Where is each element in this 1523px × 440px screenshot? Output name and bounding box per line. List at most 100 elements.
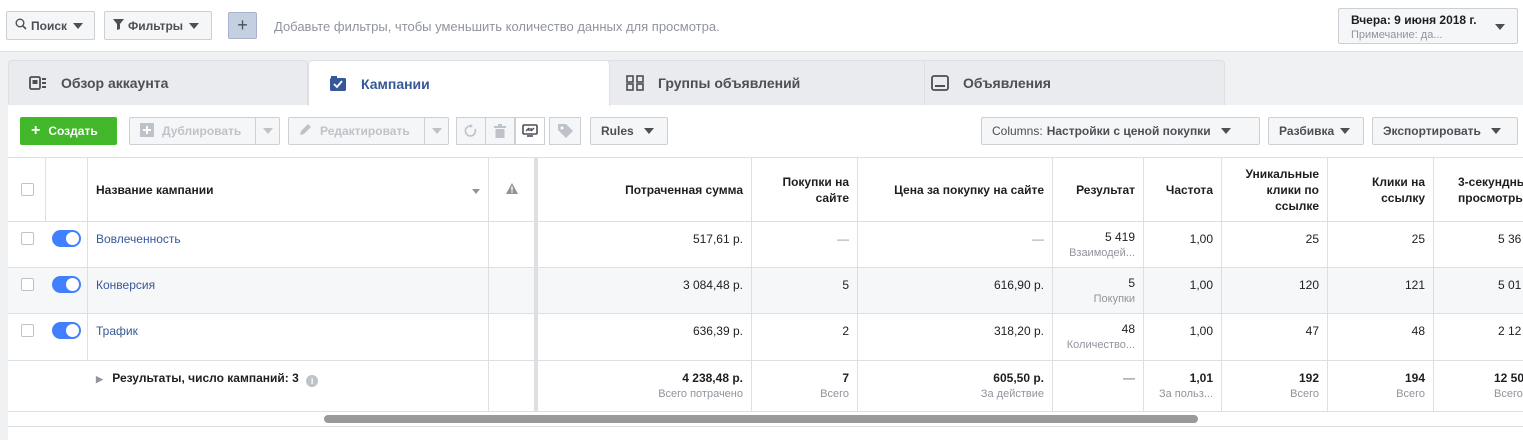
column-header-clicks[interactable]: Клики на ссылку xyxy=(1328,158,1434,221)
filter-bar: Поиск Фильтры + Добавьте фильтры, чтобы … xyxy=(0,0,1523,52)
duplicate-dropdown[interactable] xyxy=(255,118,279,144)
delivery-warning-header xyxy=(489,158,535,221)
campaign-status-toggle[interactable] xyxy=(52,322,81,339)
column-header-result[interactable]: Результат xyxy=(1053,158,1144,221)
create-label: Создать xyxy=(48,124,98,138)
column-header-cost-per-purchase[interactable]: Цена за покупку на сайте xyxy=(858,158,1053,221)
result-value: 5 xyxy=(1128,276,1135,290)
chevron-down-icon xyxy=(431,128,442,134)
purchases-cell: 2 xyxy=(752,314,858,360)
tab-label: Обзор аккаунта xyxy=(61,75,169,91)
tag-icon[interactable] xyxy=(549,117,581,145)
ab-test-icon[interactable] xyxy=(515,117,545,145)
info-icon[interactable]: i xyxy=(306,375,319,387)
trash-icon[interactable] xyxy=(485,117,515,145)
breakdown-dropdown[interactable]: Разбивка xyxy=(1268,117,1364,145)
row-checkbox[interactable] xyxy=(21,232,34,245)
tab-campaigns[interactable]: Кампании xyxy=(308,60,610,106)
frequency-cell: 1,00 xyxy=(1144,268,1222,313)
unique-clicks-cell: 120 xyxy=(1222,268,1328,313)
export-dropdown[interactable]: Экспортировать xyxy=(1372,117,1518,145)
columns-prefix: Columns: xyxy=(992,124,1043,138)
clicks-cell: 25 xyxy=(1328,222,1434,267)
summary-purchases-cell: 7 Всего xyxy=(752,361,858,411)
summary-purchases-sub: Всего xyxy=(820,388,849,400)
summary-unique: 192 xyxy=(1298,371,1319,385)
warning-icon xyxy=(505,182,518,198)
date-range-picker[interactable]: Вчера: 9 июня 2018 г. Примечание: да... xyxy=(1338,8,1518,44)
edit-dropdown[interactable] xyxy=(424,118,448,144)
campaign-name-cell: Конверсия xyxy=(88,268,489,313)
summary-purchases: 7 xyxy=(842,371,849,385)
filters-button[interactable]: Фильтры xyxy=(104,11,212,40)
rules-label: Rules xyxy=(601,124,634,138)
summary-clicks: 194 xyxy=(1404,371,1425,385)
chevron-down-icon xyxy=(189,22,200,29)
filters-label: Фильтры xyxy=(128,18,184,33)
campaigns-checkbox-icon xyxy=(329,75,347,92)
summary-views-cell: 12 50 Всего xyxy=(1434,361,1523,411)
filter-funnel-icon xyxy=(113,18,124,33)
summary-cost-cell: 605,50 р. За действие xyxy=(858,361,1053,411)
column-header-spent[interactable]: Потраченная сумма xyxy=(538,158,752,221)
scrollbar-thumb[interactable] xyxy=(324,415,1198,423)
spent-cell: 517,61 р. xyxy=(538,222,752,267)
cost-cell: 318,20 р. xyxy=(858,314,1053,360)
campaign-name-link[interactable]: Конверсия xyxy=(96,278,155,292)
table-header: Название кампании Потраченная сумма Поку… xyxy=(8,158,1523,222)
duplicate-button[interactable]: Дублировать xyxy=(129,117,280,145)
summary-spacer xyxy=(8,361,88,411)
result-cell: 5 Покупки xyxy=(1053,268,1144,313)
level-tabs: Обзор аккаунта Объявления Группы объявле… xyxy=(0,52,1523,106)
summary-label: Результаты, число кампаний: 3 xyxy=(112,371,299,385)
columns-dropdown[interactable]: Columns: Настройки с ценой покупки xyxy=(981,117,1260,145)
column-header-name[interactable]: Название кампании xyxy=(88,158,489,221)
refresh-icon[interactable] xyxy=(456,117,486,145)
table-row: Трафик 636,39 р. 2 318,20 р. 48 Количеств… xyxy=(8,314,1523,361)
tab-ad-sets[interactable]: Группы объявлений xyxy=(605,60,925,105)
campaign-name-link[interactable]: Трафик xyxy=(96,324,138,338)
campaign-status-toggle[interactable] xyxy=(52,276,81,293)
result-value: 48 xyxy=(1121,322,1135,336)
column-header-views[interactable]: 3-секундные просмотры xyxy=(1434,158,1523,221)
tab-account-overview[interactable]: Обзор аккаунта xyxy=(8,60,308,105)
campaign-name-link[interactable]: Вовлеченность xyxy=(96,232,181,246)
summary-result-cell: — xyxy=(1053,361,1144,411)
campaign-status-toggle[interactable] xyxy=(52,230,81,247)
column-header-frequency[interactable]: Частота xyxy=(1144,158,1222,221)
edit-button[interactable]: Редактировать xyxy=(288,117,449,145)
search-label: Поиск xyxy=(31,18,68,33)
row-toggle-cell xyxy=(46,222,88,267)
select-all-checkbox[interactable] xyxy=(21,183,34,196)
chevron-down-icon xyxy=(643,128,654,134)
campaigns-table: Название кампании Потраченная сумма Поку… xyxy=(8,157,1523,411)
column-header-label: Название кампании xyxy=(96,182,214,197)
horizontal-scrollbar[interactable] xyxy=(8,411,1523,427)
frequency-cell: 1,00 xyxy=(1144,314,1222,360)
export-label: Экспортировать xyxy=(1383,124,1481,138)
date-range-label: Вчера: 9 июня 2018 г. xyxy=(1351,13,1477,27)
result-cell: 5 419 Взаимодей... xyxy=(1053,222,1144,267)
sort-arrow-icon[interactable] xyxy=(472,189,480,194)
edit-label: Редактировать xyxy=(320,124,410,138)
row-checkbox[interactable] xyxy=(21,278,34,291)
duplicate-icon xyxy=(140,122,154,140)
pencil-icon xyxy=(299,123,312,139)
column-header-unique-clicks[interactable]: Уникальные клики по ссылке xyxy=(1222,158,1328,221)
rules-button[interactable]: Rules xyxy=(590,117,668,145)
add-filter-button[interactable]: + xyxy=(228,12,257,39)
action-toolbar: + Создать Дублировать Редактировать Rule… xyxy=(8,105,1523,157)
create-button[interactable]: + Создать xyxy=(20,117,117,145)
column-header-purchases[interactable]: Покупки на сайте xyxy=(752,158,858,221)
result-type: Покупки xyxy=(1093,293,1135,305)
row-checkbox[interactable] xyxy=(21,324,34,337)
filter-hint-text: Добавьте фильтры, чтобы уменьшить количе… xyxy=(274,19,720,34)
views-cell: 2 12 xyxy=(1434,314,1523,360)
result-type: Взаимодей... xyxy=(1069,247,1135,259)
purchases-cell: 5 xyxy=(752,268,858,313)
clicks-cell: 48 xyxy=(1328,314,1434,360)
chevron-down-icon xyxy=(1220,128,1231,134)
expand-triangle-icon[interactable]: ▶ xyxy=(96,374,103,384)
summary-clicks-sub: Всего xyxy=(1396,388,1425,400)
search-button[interactable]: Поиск xyxy=(6,11,95,40)
